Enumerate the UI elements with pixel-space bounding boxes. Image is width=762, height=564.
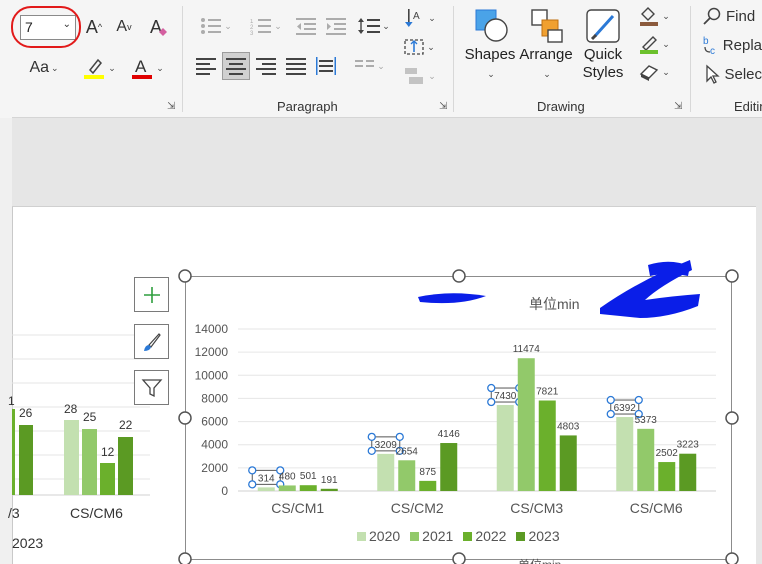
legend-label: 2022 [475, 528, 507, 544]
legend-label: 2020 [369, 528, 401, 544]
redaction-mark [418, 293, 486, 304]
chart-bottom-caption: 单位min [518, 556, 561, 564]
legend-item[interactable]: 2023 [516, 528, 560, 544]
legend-swatch [463, 531, 473, 541]
legend-item[interactable]: 2020 [357, 528, 400, 544]
legend-swatch [357, 531, 366, 541]
redaction-mark [648, 261, 690, 276]
legend-label: 2023 [528, 528, 560, 544]
legend-swatch [516, 531, 526, 541]
chart-legend[interactable]: 2020 2021 2022 2023 [357, 528, 560, 544]
chart-title[interactable]: 单位min [529, 294, 580, 314]
legend-label: 2021 [422, 528, 454, 544]
redaction-scribble [418, 260, 700, 318]
legend-item[interactable]: 2022 [463, 528, 506, 544]
legend-swatch [410, 531, 420, 541]
legend-item[interactable]: 2021 [410, 528, 453, 544]
